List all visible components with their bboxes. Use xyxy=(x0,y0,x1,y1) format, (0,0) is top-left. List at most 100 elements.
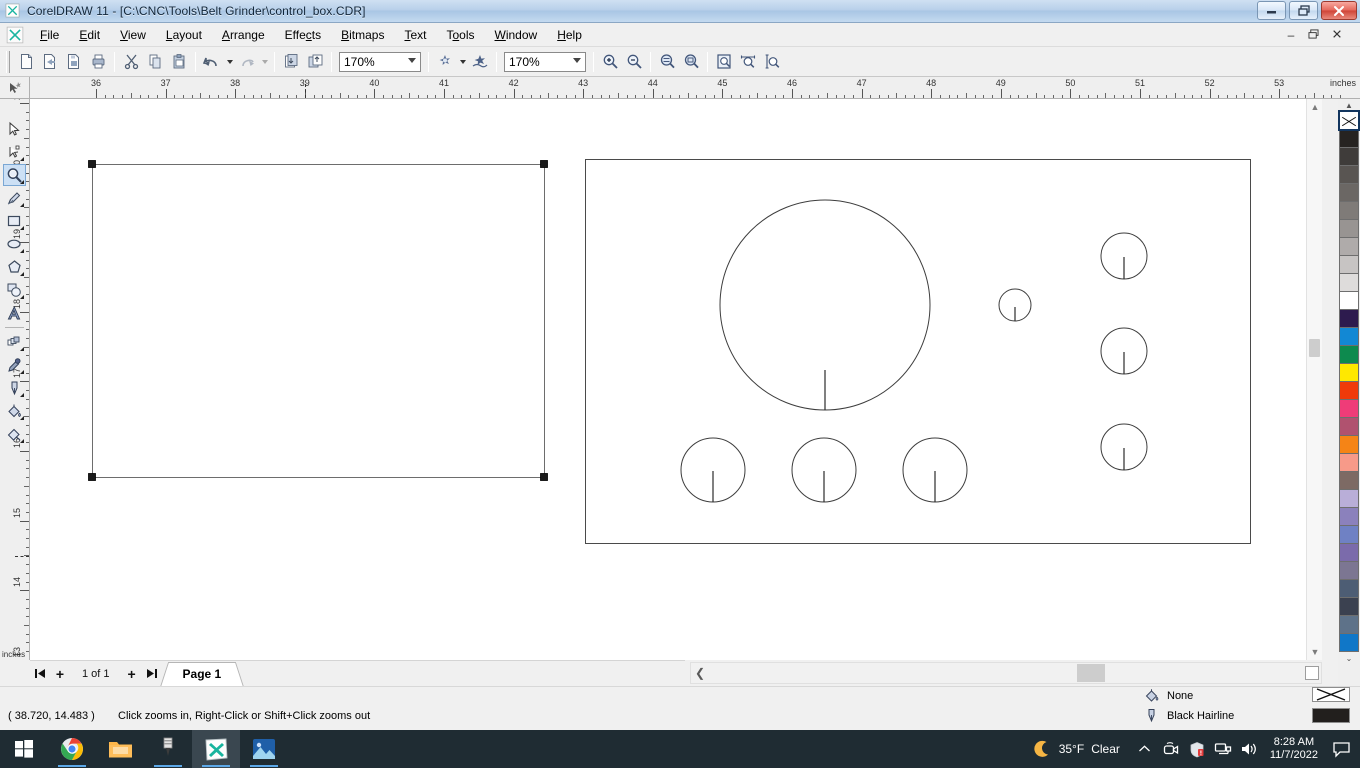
menu-help[interactable]: Help xyxy=(547,25,592,45)
redo-dropdown-caret[interactable] xyxy=(259,50,270,74)
palette-swatch-0[interactable] xyxy=(1338,110,1360,131)
text-tool[interactable] xyxy=(3,302,26,324)
palette-swatch-17[interactable] xyxy=(1339,417,1359,436)
palette-swatch-14[interactable] xyxy=(1339,363,1359,382)
palette-swatch-6[interactable] xyxy=(1339,219,1359,238)
page-tab-page-1[interactable]: Page 1 xyxy=(167,661,237,686)
palette-swatch-19[interactable] xyxy=(1339,453,1359,472)
selection-handle-1[interactable] xyxy=(540,160,548,168)
horizontal-scroll-track[interactable] xyxy=(709,663,1303,683)
zoom-to-all-objects-button[interactable] xyxy=(655,50,679,74)
rectangle-tool[interactable] xyxy=(3,210,26,232)
volume-icon[interactable] xyxy=(1236,730,1262,768)
corel-online-button[interactable] xyxy=(468,50,492,74)
polygon-tool[interactable] xyxy=(3,256,26,278)
document-close-button[interactable] xyxy=(1328,26,1346,42)
document-minimize-button[interactable]: – xyxy=(1282,26,1300,42)
menu-arrange[interactable]: Arrange xyxy=(212,25,275,45)
horizontal-ruler[interactable]: 36 37 38 39 40 41 42 43 44 45 46 47 48 49 50 51 52 53 inch… xyxy=(30,77,1360,99)
security-shield-icon[interactable] xyxy=(1184,730,1210,768)
network-icon[interactable] xyxy=(1210,730,1236,768)
print-button[interactable] xyxy=(86,50,110,74)
export-button[interactable] xyxy=(303,50,327,74)
start-button[interactable] xyxy=(0,730,48,768)
freehand-tool[interactable] xyxy=(3,187,26,209)
action-center-button[interactable] xyxy=(1326,730,1356,768)
zoom-to-page-width-button[interactable] xyxy=(736,50,760,74)
palette-swatch-18[interactable] xyxy=(1339,435,1359,454)
camera-icon[interactable] xyxy=(1158,730,1184,768)
menu-file[interactable]: File xyxy=(30,25,69,45)
palette-swatch-20[interactable] xyxy=(1339,471,1359,490)
selection-handle-3[interactable] xyxy=(540,473,548,481)
weather-widget[interactable]: 35°F Clear xyxy=(1021,740,1132,759)
palette-swatch-12[interactable] xyxy=(1339,327,1359,346)
taskbar-clock[interactable]: 8:28 AM 11/7/2022 xyxy=(1262,730,1326,768)
launcher-dropdown-caret[interactable] xyxy=(457,50,468,74)
open-document-button[interactable] xyxy=(38,50,62,74)
scroll-left-arrow[interactable]: ❮ xyxy=(691,663,709,683)
palette-swatch-27[interactable] xyxy=(1339,597,1359,616)
palette-swatch-5[interactable] xyxy=(1339,201,1359,220)
palette-swatch-28[interactable] xyxy=(1339,615,1359,634)
menu-effects[interactable]: Effects xyxy=(275,25,331,45)
fill-color-swatch[interactable] xyxy=(1312,687,1350,702)
shape-tool[interactable] xyxy=(3,141,26,163)
pick-tool[interactable] xyxy=(3,118,26,140)
menu-tools[interactable]: Tools xyxy=(436,25,484,45)
outline-status-row[interactable]: Black Hairline xyxy=(1144,708,1234,723)
taskbar-chrome[interactable] xyxy=(48,730,96,768)
zoom-to-page-button[interactable] xyxy=(712,50,736,74)
menu-layout[interactable]: Layout xyxy=(156,25,212,45)
palette-swatch-10[interactable] xyxy=(1339,291,1359,310)
palette-swatch-26[interactable] xyxy=(1339,579,1359,598)
zoom-level-combo-1[interactable]: 170% xyxy=(339,51,421,72)
paste-button[interactable] xyxy=(167,50,191,74)
palette-swatch-21[interactable] xyxy=(1339,489,1359,508)
undo-dropdown-caret[interactable] xyxy=(224,50,235,74)
minimize-button[interactable] xyxy=(1257,1,1286,20)
scrollbar-corner-box[interactable] xyxy=(1305,666,1319,680)
menu-view[interactable]: View xyxy=(110,25,156,45)
toolbar-grip[interactable] xyxy=(6,50,10,73)
restore-button[interactable] xyxy=(1289,1,1318,20)
vertical-scroll-thumb[interactable] xyxy=(1309,339,1320,357)
interactive-fill-tool[interactable] xyxy=(3,423,26,445)
taskbar-coreldraw[interactable] xyxy=(192,730,240,768)
redo-button[interactable] xyxy=(235,50,259,74)
scroll-up-arrow[interactable]: ▲ xyxy=(1307,99,1323,115)
vertical-scrollbar[interactable]: ▲ ▼ xyxy=(1306,99,1322,660)
selection-handle-0[interactable] xyxy=(88,160,96,168)
document-restore-button[interactable] xyxy=(1304,26,1322,42)
scroll-down-arrow[interactable]: ▼ xyxy=(1307,644,1323,660)
zoom-out-button[interactable] xyxy=(622,50,646,74)
interactive-blend-tool[interactable] xyxy=(3,331,26,353)
palette-swatch-25[interactable] xyxy=(1339,561,1359,580)
zoom-to-page-height-button[interactable] xyxy=(760,50,784,74)
first-page-button[interactable] xyxy=(30,665,50,683)
eyedropper-tool[interactable] xyxy=(3,354,26,376)
drawing-canvas[interactable] xyxy=(30,99,1322,660)
palette-swatch-2[interactable] xyxy=(1339,147,1359,166)
palette-swatch-23[interactable] xyxy=(1339,525,1359,544)
outline-tool[interactable] xyxy=(3,377,26,399)
palette-swatch-3[interactable] xyxy=(1339,165,1359,184)
horizontal-scrollbar[interactable]: ❮ ❯ xyxy=(690,662,1322,684)
outline-color-swatch[interactable] xyxy=(1312,708,1350,723)
palette-swatch-22[interactable] xyxy=(1339,507,1359,526)
application-launcher-button[interactable] xyxy=(433,50,457,74)
menu-text[interactable]: Text xyxy=(394,25,436,45)
new-document-button[interactable] xyxy=(14,50,38,74)
zoom-to-selected-button[interactable] xyxy=(679,50,703,74)
palette-swatch-24[interactable] xyxy=(1339,543,1359,562)
palette-swatch-11[interactable] xyxy=(1339,309,1359,328)
palette-swatch-4[interactable] xyxy=(1339,183,1359,202)
fill-status-row[interactable]: None xyxy=(1144,688,1193,703)
close-button[interactable] xyxy=(1321,1,1357,20)
tray-overflow-button[interactable] xyxy=(1132,730,1158,768)
menu-edit[interactable]: Edit xyxy=(69,25,110,45)
fill-tool[interactable] xyxy=(3,400,26,422)
copy-button[interactable] xyxy=(143,50,167,74)
add-page-after-button[interactable]: + xyxy=(122,665,142,683)
palette-swatch-29[interactable] xyxy=(1339,633,1359,652)
